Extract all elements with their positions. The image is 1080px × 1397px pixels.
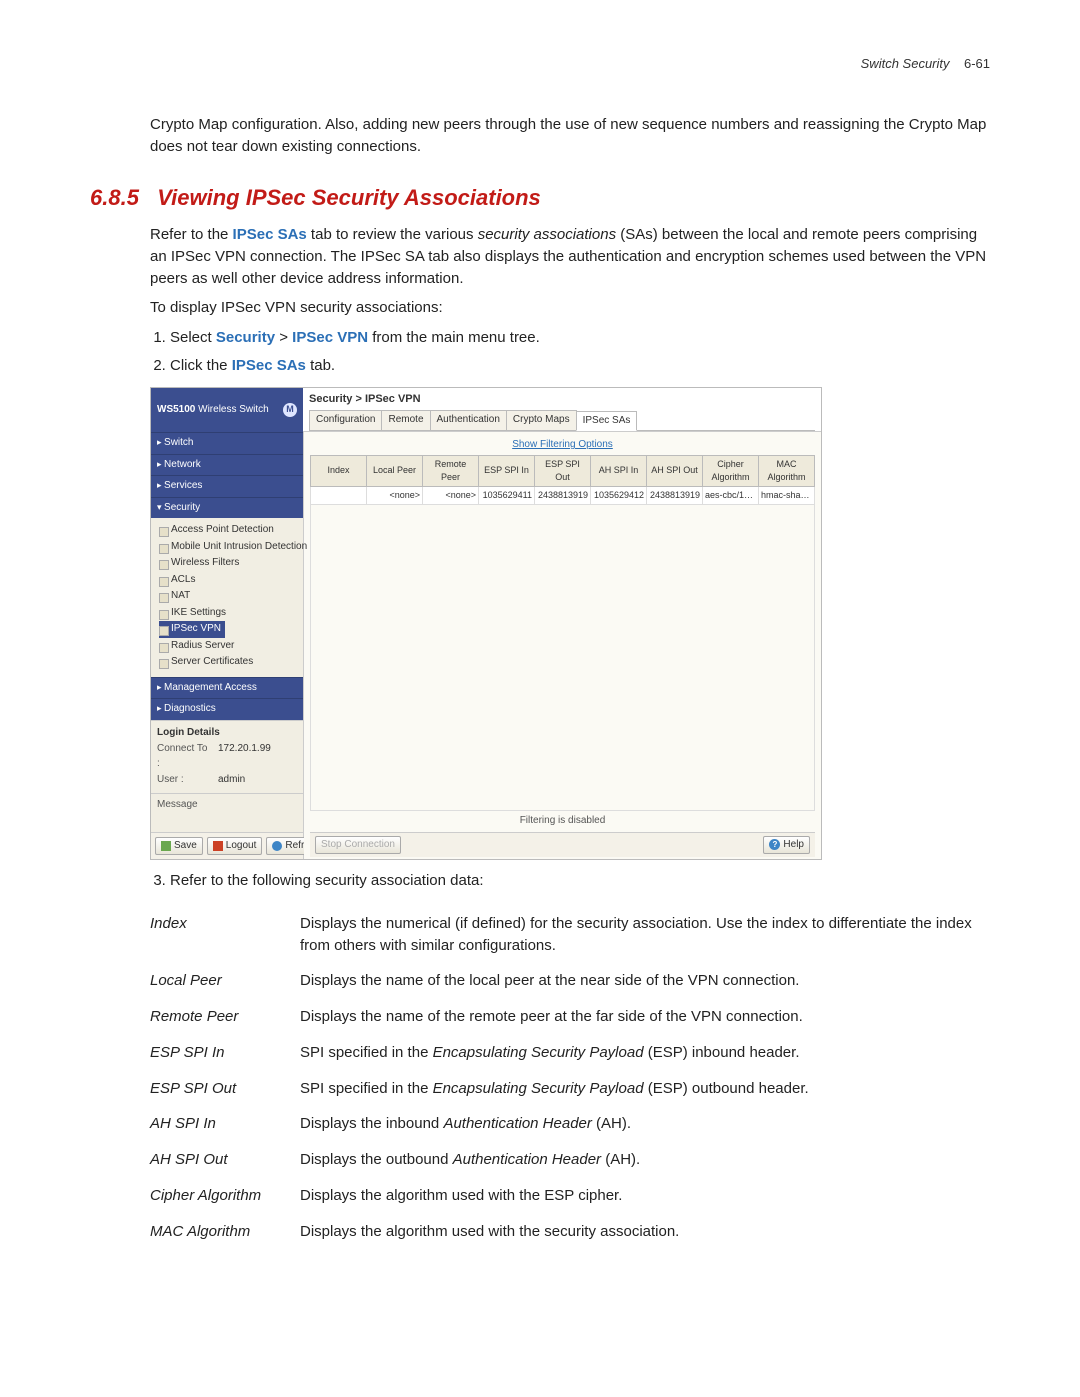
save-icon	[161, 841, 171, 851]
login-details: Login Details Connect To :172.20.1.99 Us…	[151, 720, 303, 793]
heading-title: Viewing IPSec Security Associations	[157, 185, 541, 210]
col-ah-spi-out[interactable]: AH SPI Out	[647, 455, 703, 486]
filter-status: Filtering is disabled	[310, 811, 815, 832]
tree-ike-settings[interactable]: IKE Settings	[159, 605, 301, 622]
show-filtering-link[interactable]: Show Filtering Options	[310, 436, 815, 455]
app-titlebar: WS5100 Wireless Switch M	[151, 388, 303, 432]
tab-ipsec-sas[interactable]: IPSec SAs	[576, 411, 638, 432]
sa-table: Index Local Peer Remote Peer ESP SPI In …	[310, 455, 815, 505]
refresh-icon	[272, 841, 282, 851]
def-term: Remote Peer	[150, 999, 300, 1035]
col-esp-spi-out[interactable]: ESP SPI Out	[535, 455, 591, 486]
help-button[interactable]: ?Help	[763, 836, 810, 855]
tab-configuration[interactable]: Configuration	[309, 410, 382, 431]
step-3: Refer to the following security associat…	[170, 870, 990, 892]
tab-remote[interactable]: Remote	[381, 410, 430, 431]
intro-paragraph: Crypto Map configuration. Also, adding n…	[150, 114, 990, 158]
def-term: Local Peer	[150, 963, 300, 999]
login-user: admin	[218, 773, 245, 788]
logout-icon	[213, 841, 223, 851]
def-desc: SPI specified in the Encapsulating Secur…	[300, 1071, 990, 1107]
col-cipher-alg[interactable]: Cipher Algorithm	[703, 455, 759, 486]
paragraph-2: To display IPSec VPN security associatio…	[150, 297, 990, 319]
def-desc: Displays the name of the remote peer at …	[300, 999, 990, 1035]
ipsec-sas-link: IPSec SAs	[233, 226, 307, 243]
step-1: Select Security > IPSec VPN from the mai…	[170, 327, 990, 349]
product-name: WS5100	[157, 404, 195, 415]
nav-services[interactable]: Services	[151, 475, 303, 497]
tree-server-certificates[interactable]: Server Certificates	[159, 654, 301, 671]
nav-diagnostics[interactable]: Diagnostics	[151, 698, 303, 720]
tree-ipsec-vpn[interactable]: IPSec VPN	[159, 621, 225, 638]
table-row[interactable]: <none> <none> 1035629411 2438813919 1035…	[311, 486, 815, 504]
steps-list: Select Security > IPSec VPN from the mai…	[170, 327, 990, 377]
tab-crypto-maps[interactable]: Crypto Maps	[506, 410, 577, 431]
def-term: ESP SPI In	[150, 1035, 300, 1071]
def-desc: Displays the numerical (if defined) for …	[300, 906, 990, 964]
stop-connection-button[interactable]: Stop Connection	[315, 836, 401, 855]
def-term: MAC Algorithm	[150, 1214, 300, 1250]
def-desc: Displays the algorithm used with the sec…	[300, 1214, 990, 1250]
definitions-table: Index Displays the numerical (if defined…	[150, 906, 990, 1250]
table-empty-area	[310, 505, 815, 811]
tree-wireless-filters[interactable]: Wireless Filters	[159, 555, 301, 572]
help-icon: ?	[769, 839, 780, 850]
def-term: AH SPI Out	[150, 1142, 300, 1178]
heading-number: 6.8.5	[90, 185, 139, 210]
section-heading: 6.8.5 Viewing IPSec Security Association…	[90, 182, 990, 214]
tree-access-point-detection[interactable]: Access Point Detection	[159, 522, 301, 539]
login-host: 172.20.1.99	[218, 742, 271, 771]
page-header: Switch Security 6-61	[90, 55, 990, 74]
nav-switch[interactable]: Switch	[151, 432, 303, 454]
def-desc: Displays the inbound Authentication Head…	[300, 1106, 990, 1142]
nav-network[interactable]: Network	[151, 454, 303, 476]
def-term: Index	[150, 906, 300, 964]
section-name: Switch Security	[861, 56, 950, 71]
col-remote-peer[interactable]: Remote Peer	[423, 455, 479, 486]
save-button[interactable]: Save	[155, 837, 203, 856]
main-panel: Show Filtering Options Index Local Peer …	[304, 432, 821, 859]
def-term: ESP SPI Out	[150, 1071, 300, 1107]
product-sub: Wireless Switch	[198, 404, 269, 415]
def-desc: Displays the outbound Authentication Hea…	[300, 1142, 990, 1178]
def-term: AH SPI In	[150, 1106, 300, 1142]
col-mac-alg[interactable]: MAC Algorithm	[759, 455, 815, 486]
tree-acls[interactable]: ACLs	[159, 572, 301, 589]
tree-radius-server[interactable]: Radius Server	[159, 638, 301, 655]
col-index[interactable]: Index	[311, 455, 367, 486]
left-panel: Switch Network Services Security Access …	[151, 432, 304, 859]
logout-button[interactable]: Logout	[207, 837, 263, 856]
col-ah-spi-in[interactable]: AH SPI In	[591, 455, 647, 486]
def-desc: Displays the name of the local peer at t…	[300, 963, 990, 999]
security-tree: Access Point Detection Mobile Unit Intru…	[151, 518, 303, 677]
tab-bar: Configuration Remote Authentication Cryp…	[309, 410, 815, 432]
breadcrumb: Security > IPSec VPN	[309, 390, 815, 410]
nav-security[interactable]: Security	[151, 497, 303, 519]
def-desc: Displays the algorithm used with the ESP…	[300, 1178, 990, 1214]
app-screenshot: WS5100 Wireless Switch M Security > IPSe…	[150, 387, 822, 860]
paragraph-1: Refer to the IPSec SAs tab to review the…	[150, 224, 990, 289]
col-local-peer[interactable]: Local Peer	[367, 455, 423, 486]
tree-nat[interactable]: NAT	[159, 588, 301, 605]
col-esp-spi-in[interactable]: ESP SPI In	[479, 455, 535, 486]
login-title: Login Details	[157, 725, 297, 742]
tree-mu-intrusion-detection[interactable]: Mobile Unit Intrusion Detection	[159, 539, 301, 556]
page-number: 6-61	[964, 56, 990, 71]
nav-management-access[interactable]: Management Access	[151, 677, 303, 699]
tab-authentication[interactable]: Authentication	[430, 410, 507, 431]
step-2: Click the IPSec SAs tab.	[170, 355, 990, 377]
def-term: Cipher Algorithm	[150, 1178, 300, 1214]
logo-icon: M	[283, 403, 297, 417]
steps-list-cont: Refer to the following security associat…	[170, 870, 990, 892]
def-desc: SPI specified in the Encapsulating Secur…	[300, 1035, 990, 1071]
message-panel: Message	[151, 793, 303, 832]
